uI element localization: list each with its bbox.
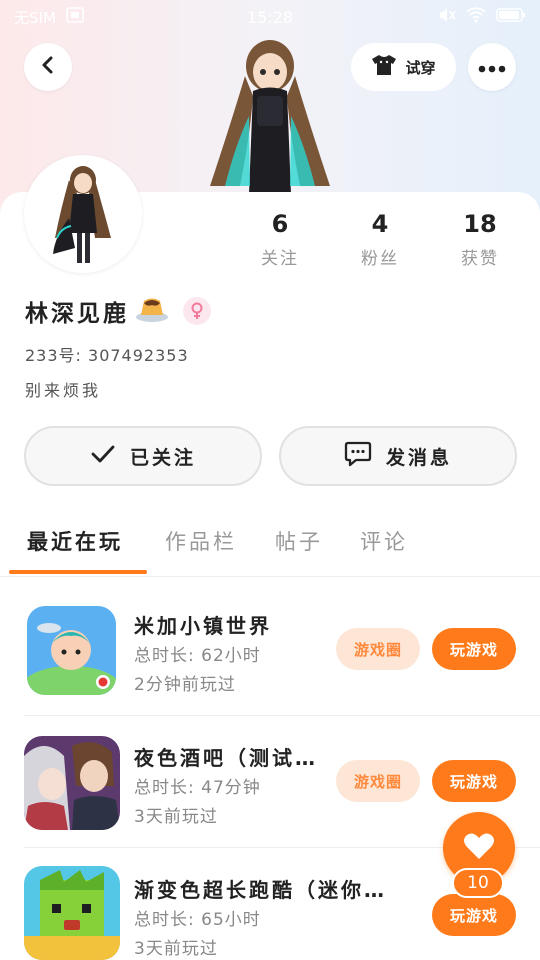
followed-button[interactable]: 已关注 bbox=[24, 426, 262, 486]
heart-icon bbox=[463, 832, 495, 864]
game-circle-button[interactable]: 游戏圈 bbox=[336, 760, 420, 802]
user-bio: 别来烦我 bbox=[25, 381, 102, 400]
back-button[interactable] bbox=[24, 43, 72, 91]
stat-value: 4 bbox=[371, 210, 389, 238]
try-on-label: 试穿 bbox=[405, 58, 436, 77]
game-icon bbox=[24, 866, 120, 960]
avatar[interactable] bbox=[24, 155, 142, 273]
stat-followers[interactable]: 4 粉丝 bbox=[330, 208, 430, 269]
game-last-played: 2分钟前玩过 bbox=[134, 675, 236, 695]
status-bar: 无SIM 15:28 bbox=[0, 0, 540, 34]
carrier-label: 无SIM bbox=[14, 8, 56, 27]
game-last-played: 3天前玩过 bbox=[134, 939, 218, 959]
user-id: 233号: 307492353 bbox=[25, 346, 189, 365]
stat-likes[interactable]: 18 获赞 bbox=[430, 208, 530, 269]
like-count-badge: 10 bbox=[452, 868, 504, 898]
profile-tabs: 最近在玩 作品栏 帖子 评论 bbox=[0, 522, 540, 577]
chevron-left-icon bbox=[39, 55, 57, 79]
tab-works[interactable]: 作品栏 bbox=[165, 526, 237, 556]
stat-label: 获赞 bbox=[461, 249, 499, 269]
game-icon bbox=[24, 736, 120, 830]
battery-icon bbox=[496, 8, 526, 26]
game-duration: 总时长: 47分钟 bbox=[134, 778, 261, 798]
chat-bubble-icon bbox=[344, 441, 372, 472]
profile-stats: 6 关注 4 粉丝 18 获赞 bbox=[230, 208, 530, 269]
followed-label: 已关注 bbox=[129, 446, 196, 469]
game-list-item[interactable]: 米加小镇世界 总时长: 62小时 2分钟前玩过 游戏圈 玩游戏 bbox=[0, 584, 540, 716]
game-circle-button[interactable]: 游戏圈 bbox=[336, 628, 420, 670]
game-title: 夜色酒吧（测试… bbox=[134, 746, 318, 770]
game-icon bbox=[27, 606, 116, 695]
pudding-icon bbox=[135, 295, 169, 327]
game-duration: 总时长: 62小时 bbox=[134, 646, 261, 666]
clock: 15:28 bbox=[246, 7, 294, 27]
check-icon bbox=[90, 444, 116, 469]
stat-following[interactable]: 6 关注 bbox=[230, 208, 330, 269]
game-title: 渐变色超长跑酷（迷你… bbox=[134, 878, 387, 902]
send-message-label: 发消息 bbox=[385, 446, 452, 469]
avatar-banner-figure bbox=[205, 36, 335, 194]
more-horizontal-icon bbox=[478, 58, 506, 77]
stat-label: 粉丝 bbox=[361, 249, 399, 269]
tab-comments[interactable]: 评论 bbox=[360, 526, 408, 556]
play-game-button[interactable]: 玩游戏 bbox=[432, 760, 516, 802]
female-icon bbox=[183, 297, 211, 325]
sim-icon bbox=[66, 7, 84, 27]
tab-posts[interactable]: 帖子 bbox=[275, 526, 323, 556]
stat-label: 关注 bbox=[261, 249, 299, 269]
tshirt-icon bbox=[371, 54, 397, 80]
active-tab-indicator bbox=[9, 570, 147, 574]
stat-value: 6 bbox=[271, 210, 289, 238]
wifi-icon bbox=[466, 7, 486, 27]
try-on-button[interactable]: 试穿 bbox=[351, 43, 456, 91]
game-duration: 总时长: 65小时 bbox=[134, 910, 261, 930]
more-button[interactable] bbox=[468, 43, 516, 91]
play-game-button[interactable]: 玩游戏 bbox=[432, 628, 516, 670]
game-title: 米加小镇世界 bbox=[134, 614, 272, 638]
stat-value: 18 bbox=[463, 210, 497, 238]
play-game-button[interactable]: 玩游戏 bbox=[432, 894, 516, 936]
username-row: 林深见鹿 bbox=[25, 294, 211, 328]
tab-recently-played[interactable]: 最近在玩 bbox=[27, 526, 123, 556]
game-last-played: 3天前玩过 bbox=[134, 807, 218, 827]
mute-icon bbox=[438, 7, 456, 27]
send-message-button[interactable]: 发消息 bbox=[279, 426, 517, 486]
username: 林深见鹿 bbox=[25, 301, 129, 327]
